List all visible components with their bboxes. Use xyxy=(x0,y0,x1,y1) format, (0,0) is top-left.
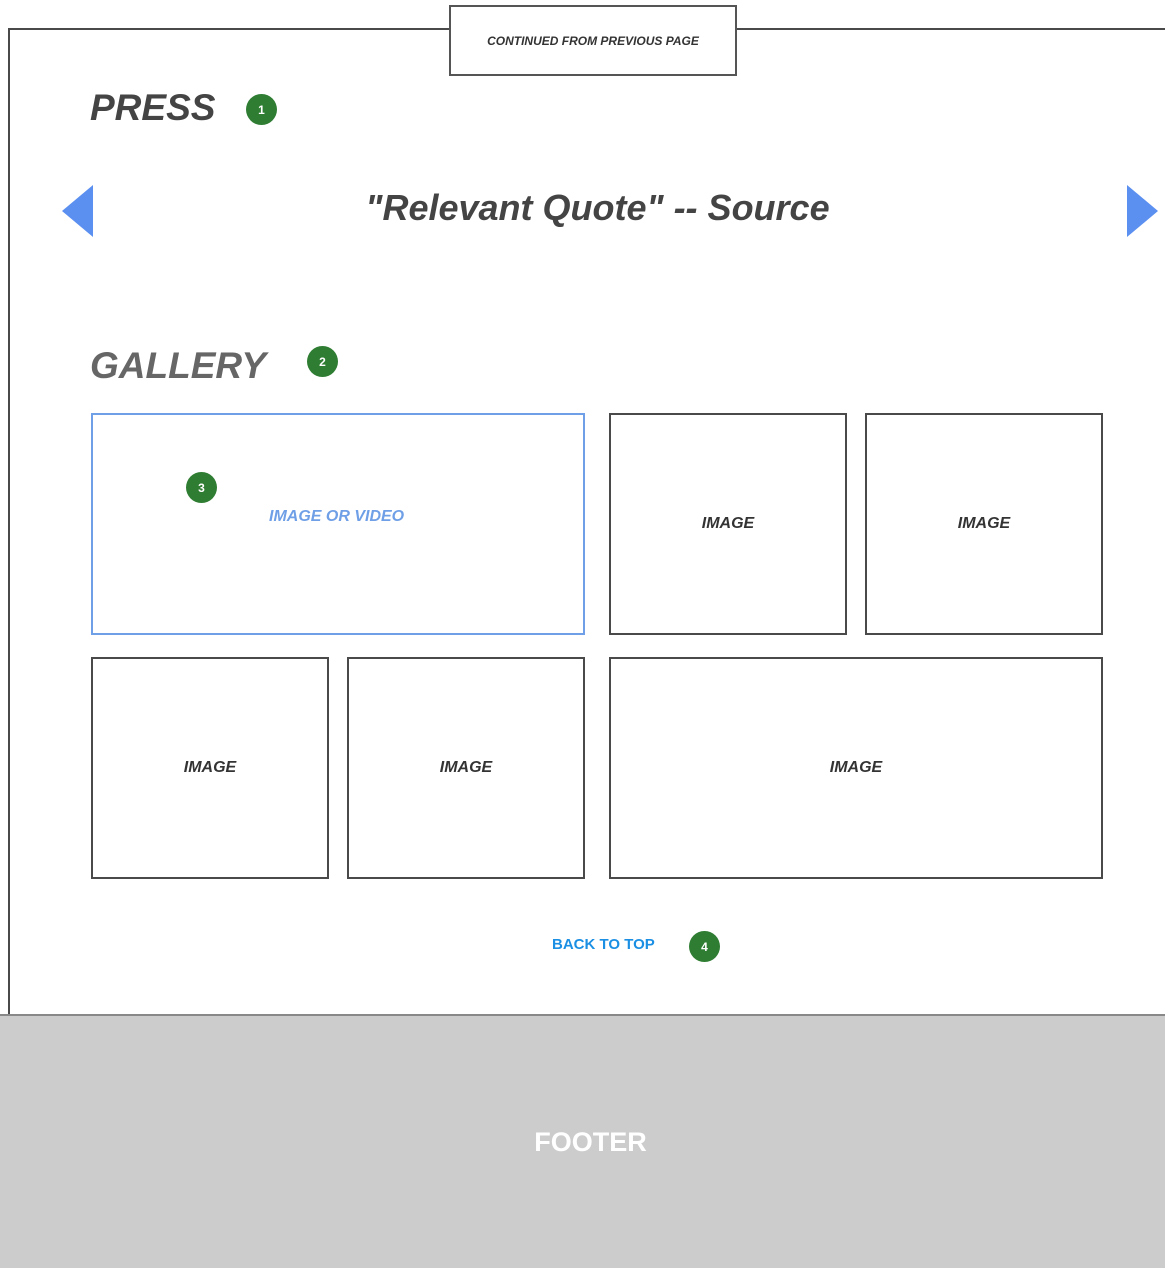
gallery-tile-label: IMAGE xyxy=(957,515,1011,532)
gallery-featured-media[interactable]: IMAGE OR VIDEO xyxy=(91,413,585,635)
gallery-tile-label: IMAGE OR VIDEO xyxy=(269,508,405,525)
gallery-image-tile[interactable]: IMAGE xyxy=(865,413,1103,635)
press-quote: "Relevant Quote" -- Source xyxy=(365,187,830,228)
gallery-tile-label: IMAGE xyxy=(439,759,493,776)
footer-label: FOOTER xyxy=(534,1126,647,1157)
gallery-title: GALLERY xyxy=(90,345,267,386)
gallery-image-tile-wide[interactable]: IMAGE xyxy=(609,657,1103,879)
annotation-badge-2: 2 xyxy=(307,346,338,377)
gallery-tile-label: IMAGE xyxy=(183,759,237,776)
continued-from-previous-page-label: CONTINUED FROM PREVIOUS PAGE xyxy=(449,5,737,76)
back-to-top-link[interactable]: BACK TO TOP xyxy=(552,937,655,952)
gallery-image-tile[interactable]: IMAGE xyxy=(347,657,585,879)
gallery-image-tile[interactable]: IMAGE xyxy=(91,657,329,879)
annotation-badge-3: 3 xyxy=(186,472,217,503)
annotation-badge-4: 4 xyxy=(689,931,720,962)
annotation-badge-1: 1 xyxy=(246,94,277,125)
footer: FOOTER xyxy=(0,1014,1165,1268)
gallery-tile-label: IMAGE xyxy=(701,515,755,532)
gallery-tile-label: IMAGE xyxy=(829,759,883,776)
continued-label-text: CONTINUED FROM PREVIOUS PAGE xyxy=(487,33,699,48)
carousel-next-arrow-icon[interactable] xyxy=(1127,185,1158,237)
gallery-image-tile[interactable]: IMAGE xyxy=(609,413,847,635)
press-title: PRESS xyxy=(90,87,216,128)
